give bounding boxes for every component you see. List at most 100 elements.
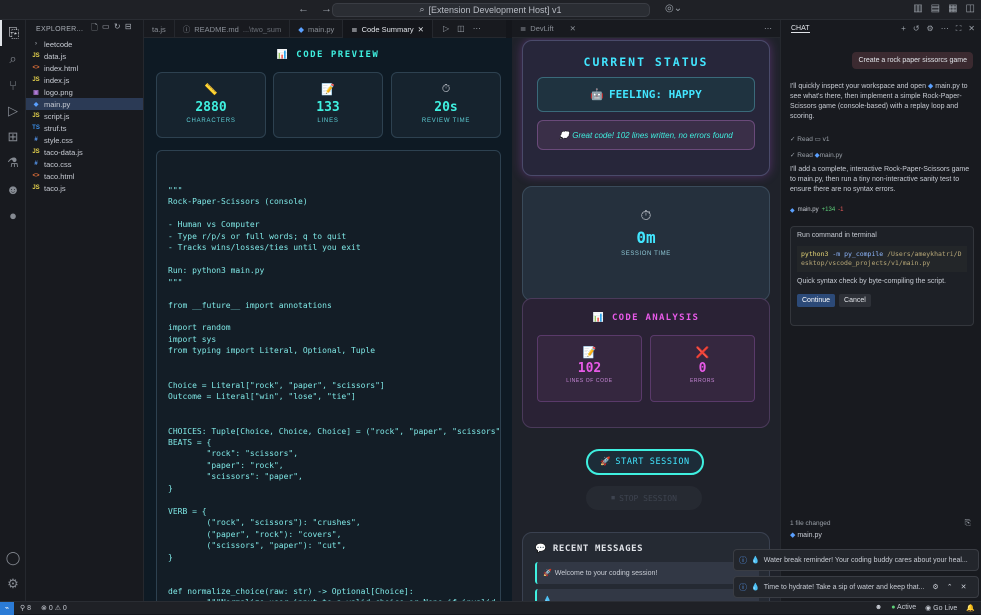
github-icon[interactable]: ● [0,202,26,228]
notification-text: Water break reminder! Your coding buddy … [763,556,968,564]
gear-icon[interactable]: ⚙ [927,24,934,34]
gear-icon[interactable]: ⚙ [932,583,938,591]
cmd-flag: -m [832,250,841,258]
forward-arrow-icon[interactable]: → [321,3,332,15]
stop-session-button[interactable]: ⏹ STOP SESSION [586,486,702,510]
devlift-icon[interactable]: ☻ [0,176,26,202]
continue-button[interactable]: Continue [797,294,836,307]
remote-icon[interactable]: ⌁ [0,601,14,615]
file-item-script-js[interactable]: JS script.js [26,110,143,122]
close-icon[interactable]: ✕ [961,583,967,591]
notifications-bell-icon[interactable]: 🔔 [966,604,975,612]
active-status[interactable]: ● Active [891,604,916,612]
testing-icon[interactable]: ⚗ [0,150,26,176]
status-title: CURRENT STATUS [583,55,709,69]
file-item-taco-data-js[interactable]: JS taco-data.js [26,146,143,158]
file-item-index-js[interactable]: JS index.js [26,74,143,86]
toggle-primary-sidebar-icon[interactable]: ▥ [913,3,922,14]
robot-icon: 🤖 [590,88,604,101]
tab-devlift[interactable]: ≣ DevLift ✕ [512,20,584,38]
tab-label: main.py [308,24,335,34]
back-arrow-icon[interactable]: ← [298,3,309,15]
command-center-search[interactable]: ⌕ [Extension Development Host] v1 [331,2,650,17]
tab-main-py[interactable]: ◆ main.py [290,20,344,38]
refresh-icon[interactable]: ↻ [114,22,121,36]
read-target[interactable]: v1 [823,136,830,143]
file-item-main-py[interactable]: ◆ main.py [26,98,143,110]
code-block[interactable]: """ Rock-Paper-Scissors (console) - Huma… [156,150,501,601]
chat-title: CHAT [791,25,810,33]
account-icon[interactable]: ◯ [0,545,26,571]
user-message: Create a rock paper sissorcs game [852,52,973,69]
py-file-icon: ◆ [33,101,39,108]
go-live-button[interactable]: ◉ Go Live [925,604,957,612]
status-message-text: Great code! 102 lines written, no errors… [572,130,733,140]
file-item-logo-png[interactable]: ▣ logo.png [26,86,143,98]
lines-of-code-stat: 📝 102 LINES OF CODE [537,335,642,402]
terminal-confirmation: Run command in terminal python3 -m py_co… [790,226,974,326]
file-item-struf-ts[interactable]: TS struf.ts [26,122,143,134]
changed-file-item[interactable]: ◆ main.py [790,531,822,539]
check-icon: ✓ [790,136,796,143]
read-target[interactable]: main.py [820,152,843,159]
file-item-taco-css[interactable]: # taco.css [26,158,143,170]
more-actions-icon[interactable]: ⋯ [473,24,481,33]
read-step: ✓ Read ▭ v1 [790,135,829,143]
explorer-icon[interactable]: ⎘ [0,20,26,46]
stat-value: 20s [434,100,458,115]
source-control-icon[interactable]: ⑂ [0,72,26,98]
copilot-icon[interactable]: ◎⌄ [665,3,682,14]
more-actions-icon[interactable]: ⋯ [764,24,772,33]
read-label: Read [797,152,813,159]
errors-label: ERRORS [690,378,715,384]
close-icon[interactable]: ✕ [570,24,576,33]
message-text: I'll quickly inspect your workspace and … [790,83,926,90]
edited-file-chip[interactable]: ◆ main.py +134 -1 [790,207,844,214]
split-editor-icon[interactable]: ◫ [457,24,465,33]
read-label: Read [797,136,813,143]
ports-indicator[interactable]: ⚲ 8 [20,604,31,612]
collapse-all-icon[interactable]: ⊟ [125,22,132,36]
file-item-index-html[interactable]: <> index.html [26,62,143,74]
search-icon[interactable]: ⌕ [0,46,26,72]
file-item-data-js[interactable]: JS data.js [26,50,143,62]
notification-toast[interactable]: ⓘ 💧 Water break reminder! Your coding bu… [733,549,979,571]
cancel-button[interactable]: Cancel [839,294,871,307]
history-icon[interactable]: ↺ [913,24,920,34]
toggle-panel-icon[interactable]: ▤ [931,3,940,14]
current-status-card: CURRENT STATUS 🤖 FEELING: HAPPY 💭 Great co… [522,40,770,176]
close-icon[interactable]: ✕ [418,25,424,34]
js-file-icon: JS [32,77,40,83]
run-icon[interactable]: ▷ [443,24,449,33]
file-name: taco.html [44,171,75,181]
file-item-style-css[interactable]: # style.css [26,134,143,146]
extensions-icon[interactable]: ⊞ [0,124,26,150]
file-name: taco-data.js [44,147,83,157]
folder-file-icon: › [35,41,37,47]
tab-readme[interactable]: ⓘ README.md ...\two_sum [175,20,291,38]
open-changes-icon[interactable]: ⎘ [965,518,971,528]
notification-toast[interactable]: ⓘ 💧 Time to hydrate! Take a sip of water… [733,576,979,598]
more-icon[interactable]: ⋯ [941,24,949,34]
file-reference[interactable]: main.py [935,83,960,90]
new-chat-icon[interactable]: + [901,24,906,34]
new-folder-icon[interactable]: ▭ [102,22,110,36]
start-session-button[interactable]: 🚀 START SESSION [586,449,704,475]
file-item-leetcode[interactable]: › leetcode [26,38,143,50]
customize-layout-icon[interactable]: ◫ [966,3,975,14]
tab-ta-js[interactable]: ta.js [144,20,175,38]
close-icon[interactable]: ✕ [968,24,975,34]
problems-indicator[interactable]: ⊗ 0 ⚠ 0 [41,604,67,612]
maximize-icon[interactable]: ⛶ [956,24,962,34]
new-file-icon[interactable]: 🗋 [91,22,98,36]
explorer-header: EXPLORER... 🗋 ▭ ↻ ⊟ [26,20,143,38]
run-debug-icon[interactable]: ▷ [0,98,26,124]
tab-code-summary[interactable]: ≣ Code Summary ✕ [343,20,433,38]
chevron-up-icon[interactable]: ⌃ [947,583,953,591]
rocket-icon: 🚀 [543,570,552,577]
manage-gear-icon[interactable]: ⚙ [0,571,26,597]
file-item-taco-js[interactable]: JS taco.js [26,182,143,194]
file-item-taco-html[interactable]: <> taco.html [26,170,143,182]
copilot-status-icon[interactable]: ☻ [875,604,882,612]
toggle-secondary-sidebar-icon[interactable]: ▦ [948,3,957,14]
